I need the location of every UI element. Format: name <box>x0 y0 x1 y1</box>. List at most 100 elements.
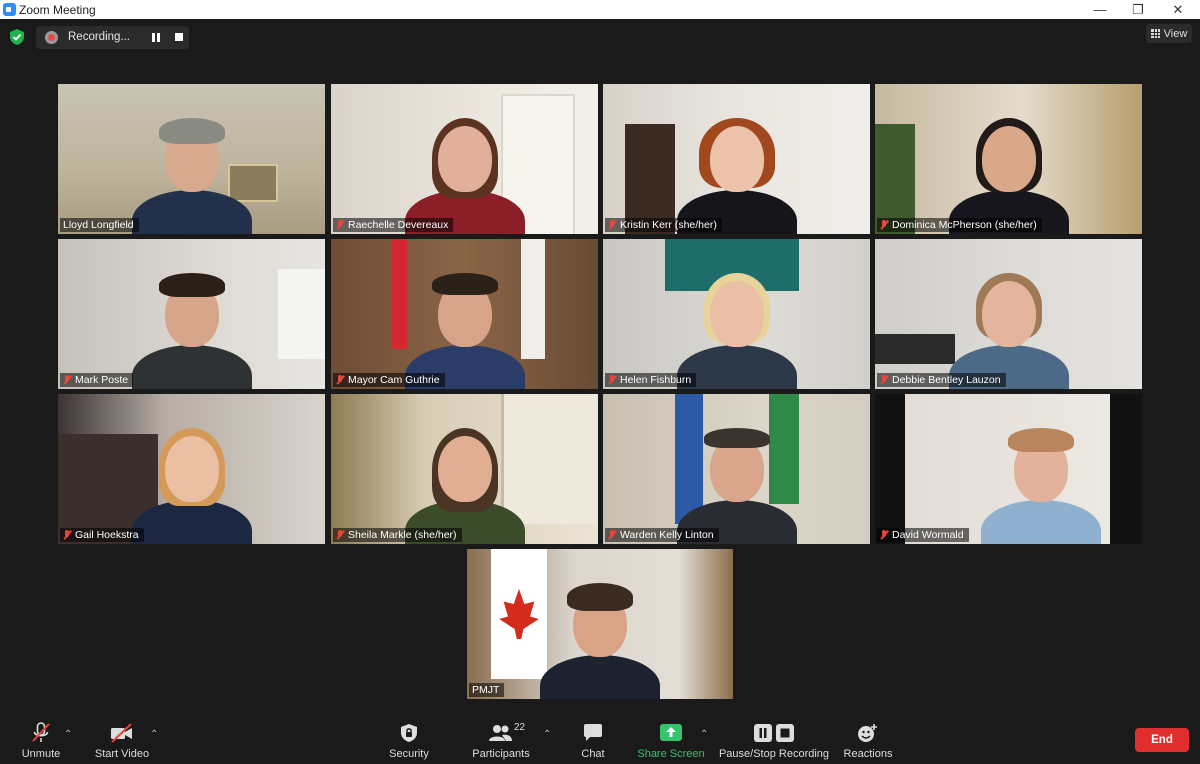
participant-name: Warden Kelly Linton <box>620 529 714 541</box>
flag <box>521 239 545 359</box>
chat-bubble-icon <box>584 724 602 741</box>
muted-mic-icon <box>63 375 71 385</box>
participant-name-tag: Lloyd Longfield <box>60 218 139 232</box>
grid-icon <box>1150 29 1160 38</box>
participants-options-caret-icon[interactable]: ⌃ <box>543 729 551 740</box>
participant-video <box>948 104 1069 234</box>
video-tile[interactable]: Sheila Markle (she/her) <box>331 394 598 544</box>
participant-name-tag: David Wormald <box>877 528 969 542</box>
video-tile[interactable]: Kristin Kerr (she/her) <box>603 84 870 234</box>
muted-microphone-icon <box>32 722 50 742</box>
participant-video <box>676 414 797 544</box>
audio-options-caret-icon[interactable]: ⌃ <box>64 729 72 740</box>
pause-stop-recording-icon <box>754 724 794 742</box>
security-button[interactable]: Security <box>384 722 434 760</box>
participant-video <box>980 414 1101 544</box>
participant-video <box>131 414 252 544</box>
participant-name: David Wormald <box>892 529 964 541</box>
video-tile[interactable]: Debbie Bentley Lauzon <box>875 239 1142 389</box>
participant-name: Lloyd Longfield <box>63 219 134 231</box>
unmute-button[interactable]: Unmute <box>14 722 68 760</box>
share-screen-button[interactable]: Share Screen <box>636 722 706 760</box>
participant-name-tag: Mayor Cam Guthrie <box>333 373 445 387</box>
video-tile[interactable]: Mayor Cam Guthrie <box>331 239 598 389</box>
pause-stop-recording-button[interactable]: Pause/Stop Recording <box>718 722 830 760</box>
pause-recording-icon[interactable] <box>152 33 161 42</box>
start-video-label: Start Video <box>94 748 150 760</box>
reactions-label: Reactions <box>843 748 893 760</box>
chat-label: Chat <box>581 748 605 760</box>
participant-name-tag: Gail Hoekstra <box>60 528 144 542</box>
participant-name-tag: Helen Fishburn <box>605 373 697 387</box>
participant-video <box>131 259 252 389</box>
video-tile[interactable]: PMJT <box>467 549 733 699</box>
view-button[interactable]: View <box>1146 24 1192 43</box>
muted-mic-icon <box>608 375 616 385</box>
chat-button[interactable]: Chat <box>576 722 610 760</box>
video-tile[interactable]: Dominica McPherson (she/her) <box>875 84 1142 234</box>
participant-video <box>404 414 525 544</box>
video-tile[interactable]: Warden Kelly Linton <box>603 394 870 544</box>
window-title-bar: Zoom Meeting — ❐ ✕ <box>0 0 1200 19</box>
meeting-toolbar: Unmute ⌃ Start Video ⌃ Security 22 Parti… <box>0 712 1200 764</box>
video-tile[interactable]: David Wormald <box>875 394 1142 544</box>
participant-video <box>676 259 797 389</box>
participant-name: Dominica McPherson (she/her) <box>892 219 1037 231</box>
participant-name: Sheila Markle (she/her) <box>348 529 457 541</box>
video-tile[interactable]: Lloyd Longfield <box>58 84 325 234</box>
participant-video <box>404 259 525 389</box>
minimize-icon[interactable]: — <box>1080 0 1120 19</box>
participant-name: Helen Fishburn <box>620 374 692 386</box>
share-options-caret-icon[interactable]: ⌃ <box>700 729 708 740</box>
desk-items <box>875 334 955 364</box>
reactions-button[interactable]: Reactions <box>840 722 896 760</box>
unmute-label: Unmute <box>21 748 61 760</box>
recording-indicator: Recording... <box>36 26 189 49</box>
pause-stop-recording-label: Pause/Stop Recording <box>718 748 830 760</box>
recording-dot-icon <box>45 31 58 44</box>
muted-mic-icon <box>608 220 616 230</box>
video-camera-off-icon <box>111 723 132 743</box>
participant-name: Debbie Bentley Lauzon <box>892 374 1001 386</box>
muted-mic-icon <box>63 530 71 540</box>
video-tile[interactable]: Gail Hoekstra <box>58 394 325 544</box>
end-meeting-button[interactable]: End <box>1135 728 1189 752</box>
participant-count: 22 <box>514 722 526 733</box>
muted-mic-icon <box>880 220 888 230</box>
security-shield-icon[interactable] <box>10 29 24 45</box>
participants-icon <box>489 725 512 741</box>
close-icon[interactable]: ✕ <box>1158 0 1198 19</box>
participant-name-tag: Warden Kelly Linton <box>605 528 719 542</box>
reactions-smiley-icon <box>858 724 877 742</box>
participant-video <box>404 104 525 234</box>
participant-name-tag: Debbie Bentley Lauzon <box>877 373 1006 387</box>
participants-button[interactable]: 22 Participants <box>470 722 532 760</box>
video-tile[interactable]: Helen Fishburn <box>603 239 870 389</box>
video-options-caret-icon[interactable]: ⌃ <box>150 729 158 740</box>
participant-video <box>131 104 252 234</box>
restore-icon[interactable]: ❐ <box>1118 0 1158 19</box>
muted-mic-icon <box>880 530 888 540</box>
share-screen-icon <box>660 724 682 741</box>
participant-name: Mark Poste <box>75 374 129 386</box>
start-video-button[interactable]: Start Video <box>90 722 154 760</box>
participant-name-tag: Sheila Markle (she/her) <box>333 528 462 542</box>
participant-video <box>540 569 660 699</box>
participant-name-tag: Raechelle Devereaux <box>333 218 454 232</box>
zoom-app-icon <box>3 3 16 16</box>
stop-recording-icon[interactable] <box>175 33 183 41</box>
muted-mic-icon <box>608 530 616 540</box>
participant-name-tag: Kristin Kerr (she/her) <box>605 218 722 232</box>
participant-name-tag: Dominica McPherson (she/her) <box>877 218 1042 232</box>
muted-mic-icon <box>336 375 344 385</box>
participant-name: Kristin Kerr (she/her) <box>620 219 717 231</box>
participant-name-tag: PMJT <box>469 683 505 697</box>
shield-icon <box>401 724 417 742</box>
participant-video <box>676 104 797 234</box>
participant-name: Mayor Cam Guthrie <box>348 374 440 386</box>
muted-mic-icon <box>336 220 344 230</box>
recording-status: Recording... <box>68 31 131 43</box>
video-tile[interactable]: Raechelle Devereaux <box>331 84 598 234</box>
whiteboard <box>278 269 325 359</box>
video-tile[interactable]: Mark Poste <box>58 239 325 389</box>
